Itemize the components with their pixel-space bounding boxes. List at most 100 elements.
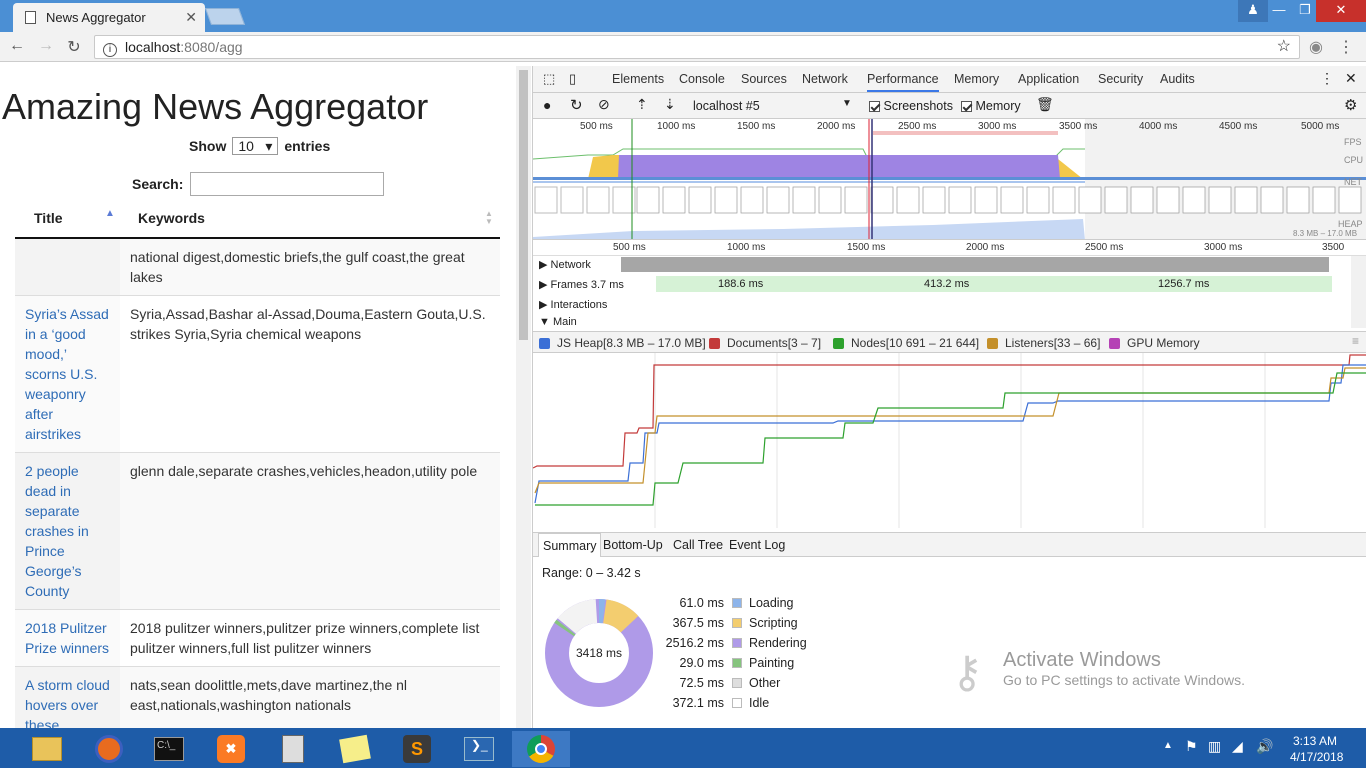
- powershell-icon[interactable]: ❯_: [450, 731, 508, 767]
- extension-icon[interactable]: ◉: [1306, 37, 1326, 57]
- tab-sources[interactable]: Sources: [741, 72, 787, 86]
- screenshot-thumbnail: [1156, 186, 1180, 214]
- record-icon[interactable]: ●: [543, 97, 551, 113]
- screenshot-thumbnail: [870, 186, 894, 214]
- legend-checkbox[interactable]: [1109, 337, 1120, 349]
- tab-bottom-up[interactable]: Bottom-Up: [603, 538, 663, 552]
- browser-tab[interactable]: News Aggregator ✕: [13, 3, 205, 32]
- frames-track[interactable]: ▶ Frames 3.7 ms 188.6 ms 413.2 ms 1256.7…: [533, 274, 1366, 294]
- command-prompt-icon[interactable]: C:\_: [140, 731, 198, 767]
- legend-gpu-memory[interactable]: GPU Memory: [1109, 336, 1200, 350]
- tab-audits[interactable]: Audits: [1160, 72, 1195, 86]
- row-title[interactable]: A storm cloud hovers over these: [15, 667, 120, 728]
- network-track[interactable]: ▶ Network: [533, 256, 1366, 274]
- inspect-icon[interactable]: ⬚: [543, 71, 555, 87]
- main-track[interactable]: ▼ Main: [533, 314, 1366, 328]
- legend-checkbox[interactable]: [833, 337, 844, 349]
- back-button[interactable]: ←: [7, 37, 27, 55]
- search-input[interactable]: [190, 172, 385, 196]
- legend-js-heap[interactable]: JS Heap[8.3 MB – 17.0 MB]: [539, 336, 706, 350]
- devtools-menu-icon[interactable]: ⋮: [1320, 70, 1334, 87]
- reload-button[interactable]: ↻: [64, 37, 84, 57]
- sort-asc-icon[interactable]: ▲: [105, 208, 115, 219]
- row-title[interactable]: 2 people dead in separate crashes in Pri…: [15, 453, 120, 609]
- url-input[interactable]: i localhost:8080/agg ☆: [94, 35, 1300, 59]
- page-title: Amazing News Aggregator: [2, 86, 429, 127]
- legend-checkbox[interactable]: [709, 337, 720, 349]
- devtools-close-icon[interactable]: ✕: [1345, 70, 1357, 87]
- upload-icon[interactable]: ⇡: [636, 96, 648, 113]
- summary-swatch: [732, 638, 742, 648]
- entries-select[interactable]: 10: [232, 137, 279, 155]
- new-tab-button[interactable]: [204, 8, 246, 25]
- tab-application[interactable]: Application: [1018, 72, 1079, 86]
- browser-menu-icon[interactable]: ⋮: [1336, 37, 1356, 57]
- screenshot-thumbnail: [1286, 186, 1310, 214]
- show-label: Show: [189, 138, 227, 154]
- legend-checkbox[interactable]: [539, 337, 550, 349]
- chrome-icon[interactable]: [512, 731, 570, 767]
- profile-dropdown-icon[interactable]: ▼: [842, 98, 852, 109]
- row-title[interactable]: 2018 Pulitzer Prize winners: [15, 610, 120, 666]
- screenshots-checkbox[interactable]: Screenshots: [869, 99, 953, 113]
- sort-both-icon[interactable]: ▲ ▼: [485, 210, 493, 226]
- tray-network-icon[interactable]: ▥: [1208, 738, 1221, 755]
- calculator-icon[interactable]: [264, 731, 322, 767]
- summary-label: Loading: [749, 596, 794, 610]
- search-control: Search:: [132, 172, 385, 196]
- page-scrollbar[interactable]: [516, 66, 531, 728]
- tab-memory[interactable]: Memory: [954, 72, 999, 86]
- legend-menu-icon[interactable]: ≡: [1352, 334, 1359, 348]
- tab-network[interactable]: Network: [802, 72, 848, 86]
- tab-performance[interactable]: Performance: [867, 72, 939, 92]
- tab-security[interactable]: Security: [1098, 72, 1143, 86]
- screenshot-thumbnail: [1260, 186, 1284, 214]
- tray-flag-icon[interactable]: ⚑: [1185, 738, 1198, 755]
- summary-value: 367.5 ms: [672, 616, 724, 630]
- profile-select[interactable]: localhost #5: [693, 99, 760, 113]
- memory-checkbox[interactable]: Memory: [961, 99, 1021, 113]
- legend-nodes[interactable]: Nodes[10 691 – 21 644]: [833, 336, 979, 350]
- tray-volume-icon[interactable]: 🔊: [1256, 738, 1273, 755]
- device-toolbar-icon[interactable]: ▯: [569, 71, 576, 87]
- forward-button[interactable]: →: [36, 37, 56, 55]
- sticky-notes-icon[interactable]: [326, 731, 384, 767]
- summary-swatch: [732, 678, 742, 688]
- sublime-text-icon[interactable]: S: [388, 731, 446, 767]
- close-window-button[interactable]: ✕: [1316, 0, 1366, 22]
- scrollbar-thumb[interactable]: [519, 70, 528, 340]
- summary-value: 372.1 ms: [672, 696, 724, 710]
- settings-gear-icon[interactable]: ⚙: [1344, 96, 1357, 114]
- timeline-tracks[interactable]: 500 ms 1000 ms 1500 ms 2000 ms 2500 ms 3…: [533, 240, 1366, 328]
- tray-signal-icon[interactable]: ◢: [1232, 738, 1243, 755]
- xampp-icon[interactable]: ✖: [202, 731, 260, 767]
- trash-icon[interactable]: 🗑: [1036, 96, 1054, 113]
- row-title[interactable]: Syria’s Assad in a ‘good mood,’ scorns U…: [15, 296, 120, 452]
- legend-documents[interactable]: Documents[3 – 7]: [709, 336, 821, 350]
- taskbar-date[interactable]: 4/17/2018: [1290, 750, 1343, 764]
- bookmark-star-icon[interactable]: ☆: [1277, 36, 1291, 58]
- tab-elements[interactable]: Elements: [612, 72, 664, 86]
- tab-console[interactable]: Console: [679, 72, 725, 86]
- tray-expand-icon[interactable]: ▲: [1163, 740, 1173, 751]
- tab-close-icon[interactable]: ✕: [185, 9, 197, 26]
- row-title[interactable]: [15, 239, 120, 295]
- tab-event-log[interactable]: Event Log: [729, 538, 785, 552]
- legend-checkbox[interactable]: [987, 337, 998, 349]
- legend-listeners[interactable]: Listeners[33 – 66]: [987, 336, 1100, 350]
- info-icon[interactable]: i: [103, 43, 117, 57]
- download-icon[interactable]: ⇣: [664, 96, 676, 113]
- clear-icon[interactable]: ⊘: [598, 96, 610, 113]
- tab-call-tree[interactable]: Call Tree: [673, 538, 723, 552]
- taskbar-time[interactable]: 3:13 AM: [1293, 734, 1337, 748]
- interactions-track[interactable]: ▶ Interactions: [533, 294, 1366, 314]
- column-header-title[interactable]: Title: [34, 210, 63, 226]
- timeline-overview[interactable]: 500 ms 1000 ms 1500 ms 2000 ms 2500 ms 3…: [533, 119, 1366, 240]
- firefox-icon[interactable]: [80, 731, 138, 767]
- tracks-scrollbar[interactable]: [1351, 256, 1366, 328]
- legend-label: Nodes[10 691 – 21 644]: [851, 336, 980, 350]
- tab-summary[interactable]: Summary: [538, 533, 602, 557]
- file-explorer-icon[interactable]: [18, 731, 76, 767]
- reload-profile-icon[interactable]: ↻: [570, 96, 583, 114]
- column-header-keywords[interactable]: Keywords: [138, 210, 205, 226]
